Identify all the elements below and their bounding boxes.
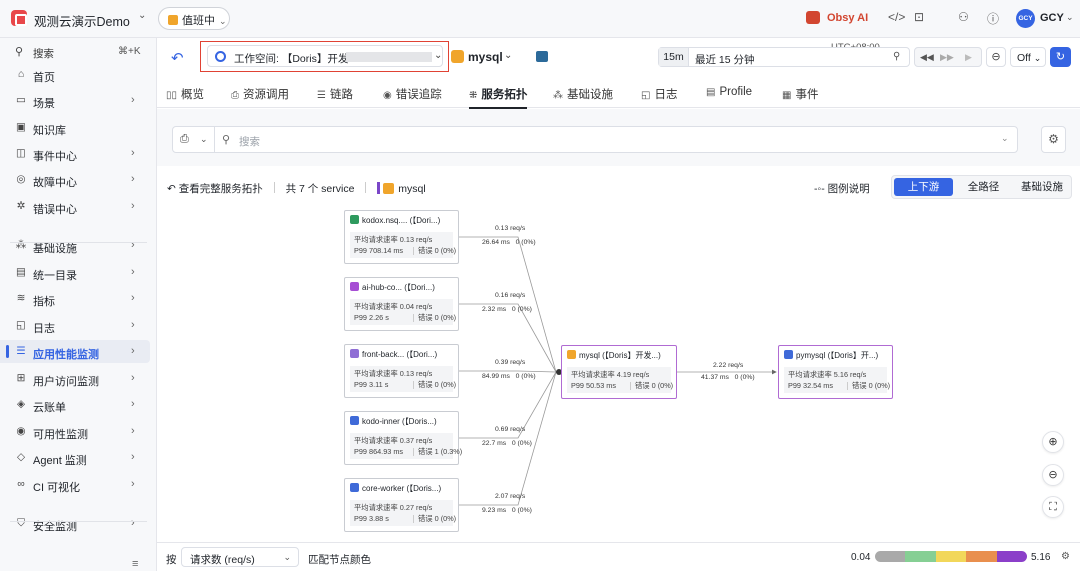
upstream-node[interactable]: kodo-inner (【Doris...) 平均请求速率 0.37 req/s P…: [344, 411, 462, 465]
upstream-node[interactable]: front-back... (【Dori...) 平均请求速率 0.13 req/…: [344, 344, 459, 398]
node-rate: 平均请求速率 0.13 req/s: [354, 235, 433, 244]
edge-rate: 2.22 req/s: [713, 362, 744, 369]
color-metric-select[interactable]: 请求数 (req/s) ⌄: [181, 547, 299, 567]
node-stats: 平均请求速率 0.37 req/s P99 864.93 ms 错误 1 (0.3%…: [350, 433, 462, 459]
service-icon: [784, 350, 793, 359]
service-icon: [350, 483, 359, 492]
topology-graph: [459, 236, 777, 506]
node-p99: P99 3.88 s: [354, 514, 389, 523]
edge-rate: 0.69 req/s: [495, 426, 526, 433]
node-error: 错误 0 (0%): [412, 246, 457, 255]
edge-rate: 0.16 req/s: [495, 292, 526, 299]
color-scale-step: [905, 551, 936, 562]
edge-rate: 0.39 req/s: [495, 359, 526, 366]
service-icon: [567, 350, 576, 359]
upstream-node[interactable]: kodox.nsq.... (【Dori...) 平均请求速率 0.13 req/…: [344, 210, 459, 264]
node-rate: 平均请求速率 4.19 req/s: [571, 370, 650, 379]
node-title: ai-hub-co... (【Dori...): [362, 283, 435, 292]
service-icon: [350, 349, 359, 358]
chevron-down-icon: ⌄: [283, 552, 291, 562]
color-scale-step: [966, 551, 997, 562]
downstream-node[interactable]: pymysql (【Doris】开...) 平均请求速率 5.16 req/s P9…: [778, 345, 893, 399]
node-stats: 平均请求速率 0.13 req/s P99 708.14 ms 错误 0 (0%): [350, 232, 457, 258]
node-title: kodo-inner (【Doris...): [362, 417, 437, 426]
zoom-in-icon[interactable]: ⊕: [1042, 431, 1064, 453]
upstream-node[interactable]: ai-hub-co... (【Dori...) 平均请求速率 0.04 req/s…: [344, 277, 459, 331]
node-p99: P99 32.54 ms: [788, 381, 834, 390]
node-title: front-back... (【Dori...): [362, 350, 438, 359]
gear-icon[interactable]: ⚙: [1061, 551, 1070, 562]
node-title: core-worker (【Doris...): [362, 484, 442, 493]
node-title: kodox.nsq.... (【Dori...): [362, 216, 441, 225]
node-p99: P99 50.53 ms: [571, 381, 617, 390]
node-error: 错误 0 (0%): [846, 381, 891, 390]
color-scale-step: [996, 551, 1027, 562]
fit-view-icon[interactable]: ⛶: [1042, 496, 1064, 518]
node-p99: P99 708.14 ms: [354, 246, 404, 255]
node-stats: 平均请求速率 0.13 req/s P99 3.11 s 错误 0 (0%): [350, 366, 457, 392]
scale-min: 0.04: [851, 552, 871, 563]
node-p99: P99 2.26 s: [354, 313, 389, 322]
color-scale: [875, 551, 1027, 562]
node-error: 错误 0 (0%): [412, 514, 457, 523]
edge-latency-error: 22.7 ms 0 (0%): [482, 440, 532, 447]
node-title: mysql (【Doris】开发...): [579, 351, 661, 360]
edge-upstream[interactable]: [459, 371, 557, 506]
zoom-out-icon[interactable]: ⊖: [1042, 464, 1064, 486]
edge-latency-error: 9.23 ms 0 (0%): [482, 507, 532, 514]
edge-upstream[interactable]: [459, 236, 557, 373]
match-node-color-label: 匹配节点颜色: [308, 554, 371, 566]
edge-latency-error: 2.32 ms 0 (0%): [482, 306, 532, 313]
node-error: 错误 0 (0%): [412, 313, 457, 322]
node-rate: 平均请求速率 0.37 req/s: [354, 436, 433, 445]
service-icon: [350, 282, 359, 291]
node-rate: 平均请求速率 0.04 req/s: [354, 302, 433, 311]
center-node-mysql[interactable]: mysql (【Doris】开发...) 平均请求速率 4.19 req/s P99…: [561, 345, 677, 399]
node-rate: 平均请求速率 5.16 req/s: [788, 370, 867, 379]
edge-latency-error: 84.99 ms 0 (0%): [482, 373, 536, 380]
node-error: 错误 0 (0%): [629, 381, 674, 390]
edge-latency-error: 26.64 ms 0 (0%): [482, 239, 536, 246]
service-icon: [350, 416, 359, 425]
bottom-bar: 按 请求数 (req/s) ⌄ 匹配节点颜色 0.04 5.16 ⚙: [157, 542, 1080, 571]
node-stats: 平均请求速率 0.27 req/s P99 3.88 s 错误 0 (0%): [350, 500, 457, 526]
color-scale-step: [875, 551, 906, 562]
node-stats: 平均请求速率 0.04 req/s P99 2.26 s 错误 0 (0%): [350, 299, 457, 325]
node-title: pymysql (【Doris】开...): [796, 351, 879, 360]
edge-rate: 2.07 req/s: [495, 493, 526, 500]
edge-upstream[interactable]: [459, 370, 557, 373]
node-rate: 平均请求速率 0.27 req/s: [354, 503, 433, 512]
upstream-node[interactable]: core-worker (【Doris...) 平均请求速率 0.27 req/s…: [344, 478, 459, 532]
node-stats: 平均请求速率 4.19 req/s P99 50.53 ms 错误 0 (0%): [567, 367, 674, 393]
node-error: 错误 0 (0%): [412, 380, 457, 389]
node-rate: 平均请求速率 0.13 req/s: [354, 369, 433, 378]
edge-rate: 0.13 req/s: [495, 225, 526, 232]
edge-latency-error: 41.37 ms 0 (0%): [701, 374, 755, 381]
node-error: 错误 1 (0.3%): [412, 447, 463, 456]
node-p99: P99 864.93 ms: [354, 447, 404, 456]
scale-max: 5.16: [1031, 552, 1051, 563]
color-scale-step: [935, 551, 967, 562]
service-icon: [350, 215, 359, 224]
node-p99: P99 3.11 s: [354, 380, 389, 389]
node-stats: 平均请求速率 5.16 req/s P99 32.54 ms 错误 0 (0%): [784, 367, 891, 393]
